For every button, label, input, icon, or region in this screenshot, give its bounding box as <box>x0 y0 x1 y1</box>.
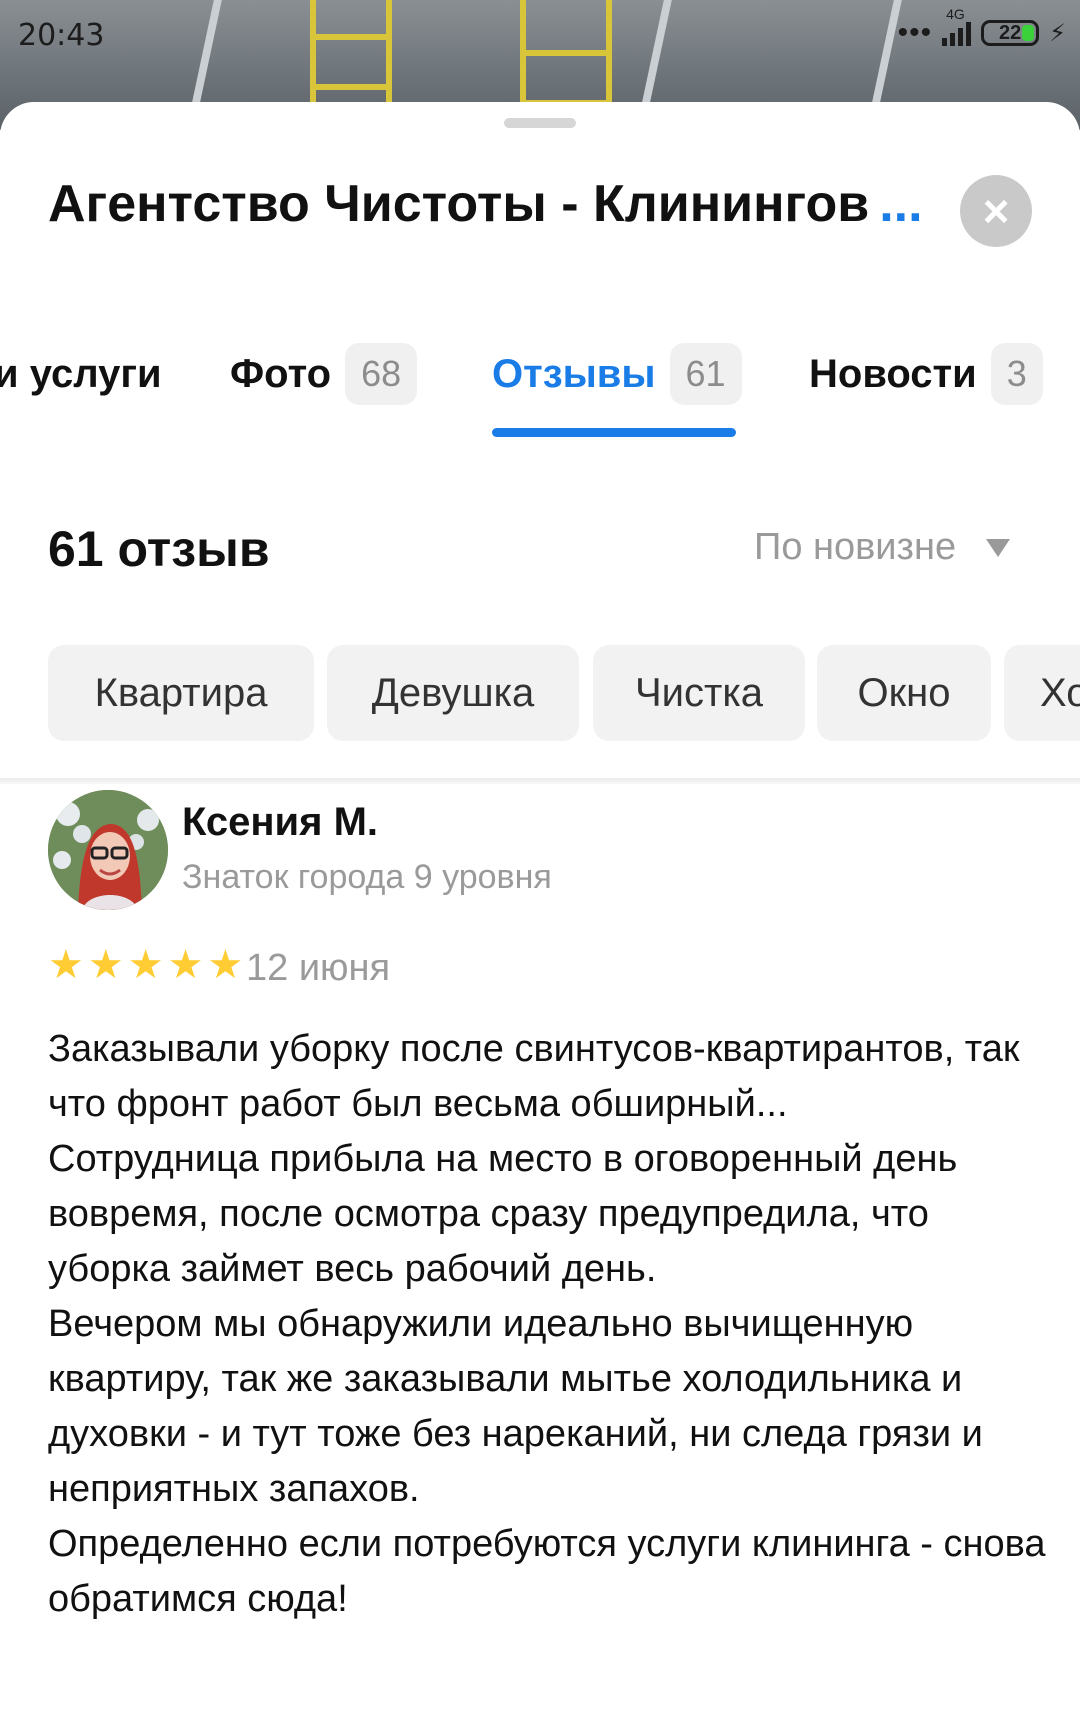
sort-label: По новизне <box>754 526 957 568</box>
chip-apartment[interactable]: Квартира <box>48 645 314 741</box>
charging-icon: ⚡ <box>1049 19 1066 47</box>
review-date: 12 июня <box>246 947 391 989</box>
review-paragraph: Вечером мы обнаружили идеально вычищенну… <box>48 1303 983 1510</box>
tab-label: Отзывы <box>492 351 656 396</box>
tab-label: Фото <box>230 351 332 396</box>
close-button[interactable]: × <box>960 175 1032 247</box>
review-paragraph: Сотрудница прибыла на место в оговоренны… <box>48 1138 958 1290</box>
tab-count: 61 <box>669 343 742 405</box>
avatar[interactable] <box>48 790 168 910</box>
rating-stars: ★ ★ ★ ★ ★ <box>48 945 243 985</box>
drag-handle[interactable] <box>504 118 576 128</box>
divider <box>0 778 1080 784</box>
author-level: Знаток города 9 уровня <box>182 858 552 896</box>
chip-girl[interactable]: Девушка <box>327 645 579 741</box>
tab-label: Новости <box>809 351 977 396</box>
chip-window[interactable]: Окно <box>817 645 991 741</box>
active-tab-indicator <box>492 428 736 437</box>
review-author[interactable]: Ксения М. <box>182 800 378 845</box>
tabs-bar: и услуги Фото 68 Отзывы 61 Новости 3 <box>0 342 1080 422</box>
place-sheet: Агентство Чистоты - Клинингов... × и усл… <box>0 102 1080 1730</box>
chevron-down-icon <box>986 538 1011 557</box>
status-bar: 20:43 ••• 4G 22 ⚡ <box>0 0 1080 72</box>
tab-news[interactable]: Новости 3 <box>809 342 1043 406</box>
star-icon: ★ <box>87 943 124 987</box>
sort-dropdown[interactable]: По новизне <box>754 526 1011 569</box>
tab-count: 68 <box>345 343 418 405</box>
review-paragraph: Заказывали уборку после свинтусов-кварти… <box>48 1028 1020 1125</box>
tab-reviews[interactable]: Отзывы 61 <box>492 342 742 406</box>
dots-icon: ••• <box>897 16 933 49</box>
chip-more[interactable]: Хо <box>1004 645 1080 741</box>
title-more[interactable]: ... <box>879 175 922 233</box>
star-icon: ★ <box>207 943 244 987</box>
status-time: 20:43 <box>18 18 105 53</box>
tab-photos[interactable]: Фото 68 <box>230 342 418 406</box>
tab-count: 3 <box>990 343 1043 405</box>
star-icon: ★ <box>127 943 164 987</box>
tab-services[interactable]: и услуги <box>0 342 162 406</box>
review-paragraph: Определенно если потребуются услуги клин… <box>48 1523 1046 1620</box>
review-text: Заказывали уборку после свинтусов-кварти… <box>48 1022 1048 1627</box>
battery-icon: 22 <box>981 20 1040 46</box>
star-icon: ★ <box>167 943 204 987</box>
tab-label: и услуги <box>0 351 162 396</box>
reviews-count: 61 отзыв <box>48 521 270 577</box>
star-icon: ★ <box>48 943 84 987</box>
chip-cleaning[interactable]: Чистка <box>593 645 805 741</box>
place-title: Агентство Чистоты - Клинингов... <box>48 175 923 233</box>
signal-icon: 4G <box>942 6 972 46</box>
close-icon: × <box>982 185 1010 237</box>
